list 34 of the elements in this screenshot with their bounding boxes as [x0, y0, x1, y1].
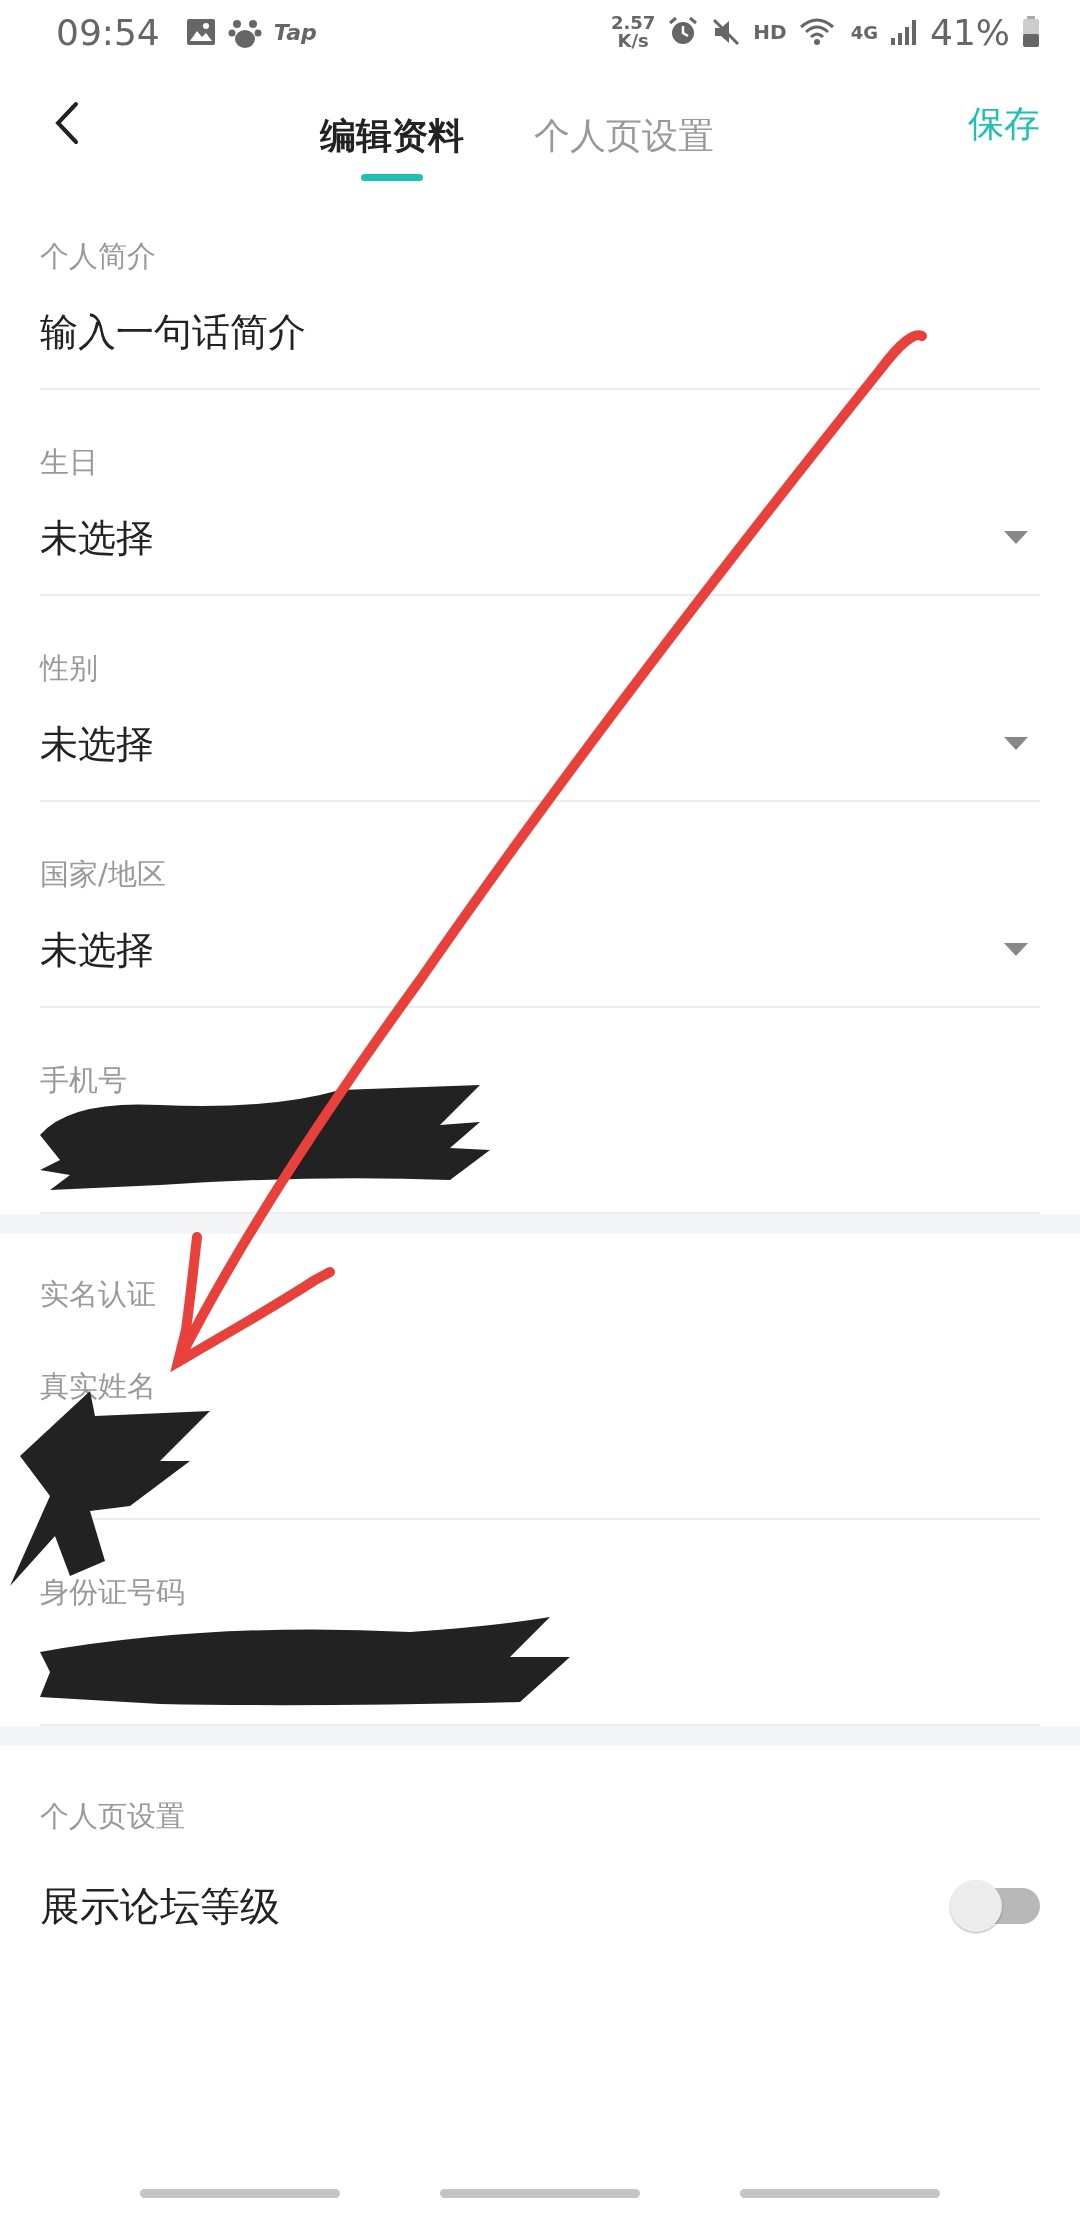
dropdown-caret-icon[interactable] — [1004, 531, 1028, 545]
app-label: Tap — [273, 19, 317, 45]
nav-handle[interactable] — [440, 2189, 640, 2198]
image-icon — [185, 18, 216, 46]
section-title: 个人页设置 — [40, 1798, 185, 1835]
clock-time: 09:54 — [56, 11, 160, 53]
field-label: 国家/地区 — [40, 856, 166, 893]
field-label: 手机号 — [40, 1062, 127, 1099]
text-field[interactable]: 输入一句话简介 — [40, 306, 306, 358]
signal-icon — [890, 18, 918, 46]
select-value[interactable]: 未选择 — [40, 924, 154, 976]
mute-icon — [711, 17, 742, 47]
field-label: 身份证号码 — [40, 1574, 185, 1611]
back-icon — [54, 100, 80, 145]
speed-value: 2.57 — [610, 14, 656, 32]
dropdown-caret-icon[interactable] — [1004, 943, 1028, 957]
select-value[interactable]: 未选择 — [40, 512, 154, 564]
hd-label: HD — [753, 20, 787, 44]
tab[interactable]: 编辑资料 — [320, 104, 464, 181]
field-label: 真实姓名 — [40, 1368, 156, 1405]
setting-label: 展示论坛等级 — [40, 1881, 280, 1931]
section-title: 实名认证 — [40, 1276, 156, 1313]
field-label: 生日 — [40, 444, 98, 481]
select-value[interactable]: 未选择 — [40, 718, 154, 770]
nav-handle[interactable] — [140, 2189, 340, 2198]
battery-level: 41% — [930, 11, 1010, 53]
nav-handle[interactable] — [740, 2189, 940, 2198]
battery-icon — [1022, 16, 1040, 48]
speed-unit: K/s — [617, 32, 649, 50]
toggle-switch[interactable] — [948, 1878, 1040, 1934]
dropdown-caret-icon[interactable] — [1004, 737, 1028, 751]
field-label: 个人简介 — [40, 238, 156, 275]
field-label: 性别 — [40, 650, 98, 687]
network-label: 4G — [850, 21, 878, 43]
